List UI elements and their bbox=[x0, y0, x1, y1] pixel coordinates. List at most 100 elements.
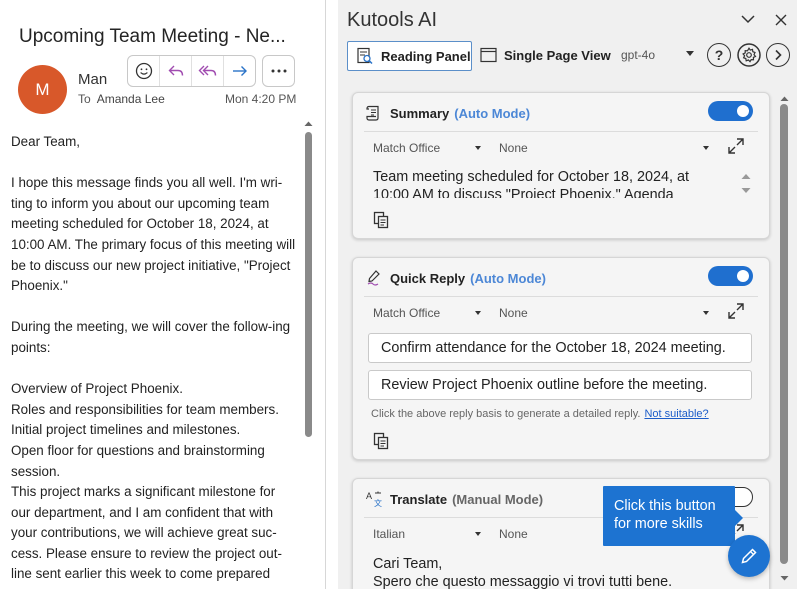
tab-single-page-view[interactable]: Single Page View bbox=[480, 47, 611, 63]
scroll-up-arrow-icon[interactable] bbox=[303, 119, 314, 128]
reply-option[interactable]: Confirm attendance for the October 18, 2… bbox=[368, 333, 752, 363]
summary-scroll-arrows-icon[interactable] bbox=[740, 171, 752, 197]
translate-language-select[interactable]: Italian bbox=[373, 527, 481, 541]
agenda-item: Roles and responsibilities for team memb… bbox=[11, 401, 279, 417]
scroll-down-arrow-icon[interactable] bbox=[779, 574, 790, 583]
email-paragraph: This project marks a significant milesto… bbox=[11, 484, 282, 582]
pencil-icon bbox=[741, 548, 757, 564]
chevron-right-icon bbox=[775, 49, 782, 61]
dropdown-arrow-icon bbox=[475, 532, 481, 536]
more-skills-tooltip: Click this button for more skills bbox=[603, 486, 743, 546]
divider bbox=[364, 131, 758, 132]
copy-icon[interactable] bbox=[373, 432, 390, 450]
dropdown-arrow-icon bbox=[686, 51, 694, 56]
quick-reply-language-value: Match Office bbox=[373, 306, 441, 320]
summary-card: Summary (Auto Mode) Match Office None Te… bbox=[352, 92, 770, 239]
scroll-up-arrow-icon[interactable] bbox=[779, 94, 790, 103]
to-label: To bbox=[78, 92, 91, 106]
reply-all-button[interactable] bbox=[192, 56, 224, 86]
gear-icon[interactable] bbox=[737, 43, 761, 67]
quick-reply-toggle[interactable] bbox=[708, 266, 753, 286]
reply-option[interactable]: Review Project Phoenix outline before th… bbox=[368, 370, 752, 400]
copy-icon[interactable] bbox=[373, 211, 390, 229]
panel-title: Kutools AI bbox=[347, 9, 438, 31]
summary-language-value: Match Office bbox=[373, 141, 441, 155]
quick-reply-style-value: None bbox=[499, 306, 528, 320]
dropdown-arrow-icon bbox=[703, 146, 709, 150]
email-body: Dear Team, I hope this message finds you… bbox=[11, 132, 296, 585]
svg-text:A: A bbox=[366, 491, 372, 501]
email-scrollbar-thumb[interactable] bbox=[305, 132, 312, 437]
chevron-down-icon[interactable] bbox=[740, 13, 756, 25]
help-button[interactable]: ? bbox=[707, 43, 731, 67]
summary-language-select[interactable]: Match Office bbox=[373, 141, 481, 155]
avatar[interactable]: M bbox=[18, 65, 67, 114]
model-select-value: gpt-4o bbox=[621, 48, 656, 62]
reply-all-icon bbox=[198, 65, 216, 76]
email-action-group bbox=[127, 55, 256, 87]
email-greeting: Dear Team, bbox=[11, 134, 80, 149]
translate-mode: (Manual Mode) bbox=[452, 491, 544, 507]
dropdown-arrow-icon bbox=[475, 146, 481, 150]
more-skills-button[interactable] bbox=[728, 535, 770, 577]
summary-style-value: None bbox=[499, 141, 528, 155]
next-button[interactable] bbox=[766, 43, 790, 67]
more-icon bbox=[271, 69, 286, 73]
email-reading-pane: Upcoming Team Meeting - Ne... M Man To Am… bbox=[0, 0, 326, 589]
quick-reply-header: Quick Reply (Auto Mode) bbox=[364, 268, 546, 288]
expand-icon[interactable] bbox=[727, 137, 745, 155]
reply-button[interactable] bbox=[160, 56, 192, 86]
model-select[interactable]: gpt-4o bbox=[621, 48, 694, 62]
tab-reading-panel[interactable]: Reading Panel bbox=[347, 41, 472, 71]
dropdown-arrow-icon bbox=[703, 311, 709, 315]
email-timestamp: Mon 4:20 PM bbox=[225, 92, 297, 106]
translate-line: Spero che questo messaggio vi trovi tutt… bbox=[373, 574, 673, 589]
translate-text: Cari Team, Spero che questo messaggio vi… bbox=[373, 555, 728, 589]
translate-line: Cari Team, bbox=[373, 556, 443, 572]
agenda-item: Open floor for questions and brainstormi… bbox=[11, 442, 265, 479]
summary-style-select[interactable]: None bbox=[499, 141, 709, 155]
sender-name[interactable]: Man bbox=[78, 71, 107, 88]
tab-reading-label: Reading Panel bbox=[381, 48, 471, 64]
quick-reply-pen-icon bbox=[364, 269, 384, 287]
divider bbox=[364, 296, 758, 297]
reading-panel-icon bbox=[356, 47, 374, 65]
kutools-ai-panel: Kutools AI Reading Panel Single Page Vie… bbox=[338, 0, 797, 589]
more-actions-button[interactable] bbox=[262, 55, 295, 87]
dropdown-arrow-icon bbox=[475, 311, 481, 315]
reply-hint: Click the above reply basis to generate … bbox=[371, 408, 709, 420]
summary-mode: (Auto Mode) bbox=[454, 105, 531, 121]
quick-reply-language-select[interactable]: Match Office bbox=[373, 306, 481, 320]
summary-toggle[interactable] bbox=[708, 101, 753, 121]
emoji-icon bbox=[135, 62, 152, 80]
expand-icon[interactable] bbox=[727, 302, 745, 320]
not-suitable-link[interactable]: Not suitable? bbox=[644, 408, 708, 420]
emoji-reaction-button[interactable] bbox=[128, 56, 160, 86]
app-root: Upcoming Team Meeting - Ne... M Man To Am… bbox=[0, 0, 797, 589]
recipient-line: To Amanda Lee bbox=[78, 92, 165, 106]
agenda-item: Initial project timelines and milestones… bbox=[11, 422, 241, 438]
reply-icon bbox=[168, 65, 183, 76]
translate-header: A 文 Translate (Manual Mode) bbox=[364, 489, 543, 509]
close-icon[interactable] bbox=[775, 14, 787, 26]
agenda-item: Overview of Project Phoenix. bbox=[11, 381, 183, 397]
translate-language-value: Italian bbox=[373, 527, 406, 541]
translate-icon: A 文 bbox=[364, 490, 384, 508]
summary-text: Team meeting scheduled for October 18, 2… bbox=[373, 169, 689, 198]
email-paragraph: I hope this message finds you all well. … bbox=[11, 175, 296, 294]
recipient-name[interactable]: Amanda Lee bbox=[97, 92, 165, 106]
quick-reply-style-select[interactable]: None bbox=[499, 306, 709, 320]
summary-scroll-icon bbox=[364, 104, 384, 122]
email-subject: Upcoming Team Meeting - Ne... bbox=[19, 26, 286, 47]
translate-style-value: None bbox=[499, 527, 528, 541]
tab-single-label: Single Page View bbox=[504, 47, 611, 63]
reply-hint-text: Click the above reply basis to generate … bbox=[371, 408, 641, 420]
panel-scrollbar-thumb[interactable] bbox=[780, 104, 788, 564]
single-page-icon bbox=[480, 47, 497, 63]
forward-button[interactable] bbox=[224, 56, 255, 86]
help-icon: ? bbox=[714, 47, 724, 63]
forward-icon bbox=[232, 66, 247, 76]
summary-title: Summary bbox=[390, 105, 450, 121]
translate-title: Translate bbox=[390, 491, 448, 507]
email-paragraph: During the meeting, we will cover the fo… bbox=[11, 319, 291, 355]
